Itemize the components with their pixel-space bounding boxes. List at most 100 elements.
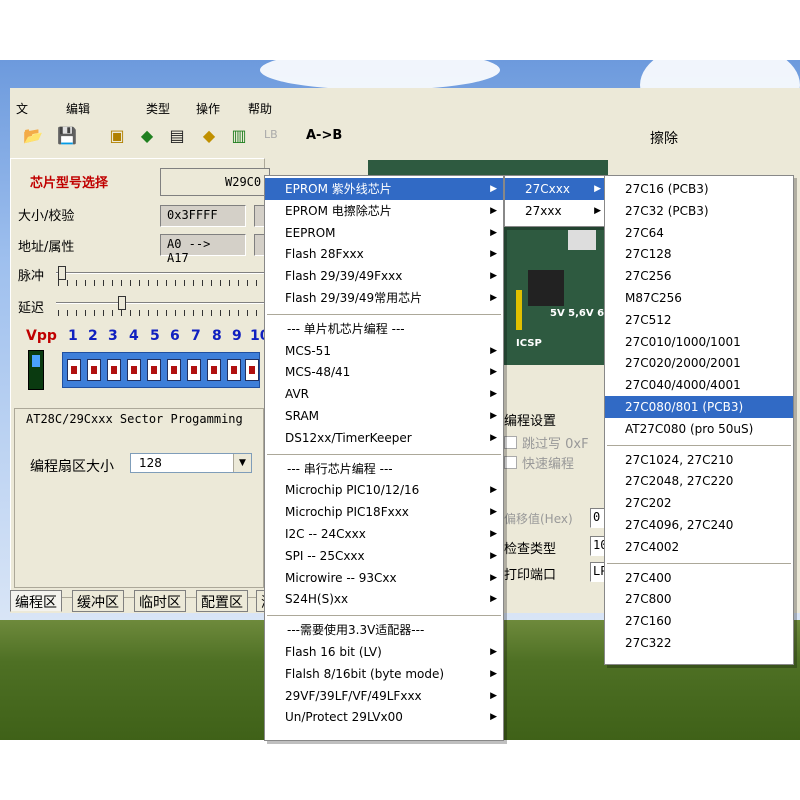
menu-file[interactable]: 文 [16,100,28,117]
menu-item-label: S24H(S)xx [285,592,349,607]
menu-item[interactable]: 27C64 [605,222,793,244]
pin-switch[interactable] [207,359,221,381]
menu-item-label: Flash 29/39/49Fxxx [285,269,403,284]
verify-icon[interactable]: ◆ [196,122,222,148]
menu-item[interactable]: M87C256 [605,287,793,309]
menu-item[interactable]: Flalsh 8/16bit (byte mode) ▶ [265,663,503,685]
menu-item[interactable]: MCS-48/41 ▶ [265,361,503,383]
menu-item[interactable]: S24H(S)xx ▶ [265,588,503,610]
menu-item[interactable]: DS12xx/TimerKeeper ▶ [265,427,503,449]
open-folder-icon[interactable]: 📂 [20,122,46,148]
menu-item[interactable]: SRAM ▶ [265,405,503,427]
vpp-switch[interactable] [28,350,44,390]
menu-item[interactable]: 27C4002 [605,536,793,558]
menu-item[interactable]: Un/Protect 29LVx00 ▶ [265,706,503,728]
menu-item-label: ---需要使用3.3V适配器--- [287,623,425,638]
sector-size-select[interactable]: 128 ▼ [130,453,252,473]
save-icon[interactable]: 💾 [54,122,80,148]
menu-item[interactable]: 27C2048, 27C220 [605,470,793,492]
a-to-b-button[interactable]: A->B [306,128,342,143]
menu-item[interactable]: Flash 29/39/49常用芯片 ▶ [265,287,503,309]
menu-item[interactable]: 27C080/801 (PCB3) [605,396,793,418]
menu-item[interactable]: 27C202 [605,492,793,514]
menu-help[interactable]: 帮助 [248,100,272,117]
menu-item[interactable]: 27C128 [605,243,793,265]
blank-check-icon[interactable]: ▥ [226,122,252,148]
pulse-slider-thumb[interactable] [58,266,66,280]
menu-item[interactable]: Flash 16 bit (LV) ▶ [265,641,503,663]
menu-item[interactable]: 27C800 [605,588,793,610]
menu-item[interactable]: 27C512 [605,309,793,331]
menu-item[interactable]: 27C32 (PCB3) [605,200,793,222]
menu-item[interactable]: 27xxx ▶ [505,200,607,222]
pin-switch[interactable] [107,359,121,381]
pin-switch[interactable] [227,359,241,381]
read-icon[interactable]: ◆ [134,122,160,148]
menu-operate[interactable]: 操作 [196,100,220,117]
pin-switch[interactable] [187,359,201,381]
27cxxx-submenu: 27C16 (PCB3) 27C32 (PCB3) 27C64 27C128 27C25… [604,175,794,665]
erase-button[interactable]: 擦除 [650,128,678,148]
delay-slider-thumb[interactable] [118,296,126,310]
menu-item[interactable]: 27C020/2000/2001 [605,352,793,374]
menu-item[interactable]: EPROM 紫外线芯片 ▶ [265,178,503,200]
menu-item-label: 27C020/2000/2001 [625,356,741,371]
menu-item[interactable]: Flash 28Fxxx ▶ [265,243,503,265]
addr-value: A0 --> A17 [160,234,246,265]
tab-temp[interactable]: 临时区 [134,590,186,612]
pin-switch[interactable] [87,359,101,381]
pin-switch[interactable] [127,359,141,381]
menu-item[interactable]: Microchip PIC10/12/16 ▶ [265,479,503,501]
menu-item[interactable]: AT27C080 (pro 50uS) [605,418,793,440]
chip-select-button[interactable]: W29C0 [160,168,270,196]
menu-item[interactable]: 27C256 [605,265,793,287]
menu-item[interactable]: Flash 29/39/49Fxxx ▶ [265,265,503,287]
menu-item[interactable]: 27C400 [605,567,793,589]
tab-buffer[interactable]: 缓冲区 [72,590,124,612]
menu-item-label: SPI -- 25Cxxx [285,548,365,563]
settings-title: 编程设置 [504,414,557,429]
pin-switch[interactable] [245,359,259,381]
chip-type-menu: EPROM 紫外线芯片 ▶ EPROM 电擦除芯片 ▶ EEPROM ▶ Flash 28F… [264,175,504,741]
board-chip [528,270,564,306]
skip-checkbox[interactable] [504,436,517,449]
menu-item[interactable]: EEPROM ▶ [265,222,503,244]
top-margin [0,0,800,60]
menu-item[interactable]: 27Cxxx ▶ [505,178,607,200]
menu-item[interactable]: MCS-51 ▶ [265,340,503,362]
menu-item[interactable]: 27C322 [605,632,793,654]
menu-edit[interactable]: 编辑 [66,100,90,117]
menu-item-label: Flash 28Fxxx [285,247,364,262]
menu-group-header: ---需要使用3.3V适配器--- [265,619,503,641]
menu-item[interactable]: EPROM 电擦除芯片 ▶ [265,200,503,222]
menu-item[interactable]: 27C1024, 27C210 [605,449,793,471]
menu-item[interactable]: Microwire -- 93Cxx ▶ [265,567,503,589]
menu-type[interactable]: 类型 [146,100,170,117]
pin-switch[interactable] [167,359,181,381]
menu-item[interactable]: Microchip PIC18Fxxx ▶ [265,501,503,523]
menu-item[interactable]: 27C16 (PCB3) [605,178,793,200]
chevron-right-icon: ▶ [490,249,497,260]
menu-item[interactable]: 27C040/4000/4001 [605,374,793,396]
menu-item[interactable]: 27C4096, 27C240 [605,514,793,536]
tab-program[interactable]: 编程区 [10,590,62,612]
pin-switch[interactable] [67,359,81,381]
menu-item[interactable]: 29VF/39LF/VF/49LFxxx ▶ [265,685,503,707]
lb-button[interactable]: LB [264,128,278,141]
fast-checkbox[interactable] [504,456,517,469]
menu-item[interactable]: AVR ▶ [265,383,503,405]
menu-item[interactable]: 27C010/1000/1001 [605,331,793,353]
bottom-margin [0,740,800,800]
write-icon[interactable]: ▤ [164,122,190,148]
tab-config[interactable]: 配置区 [196,590,248,612]
board-connector [516,290,522,330]
pin-switch[interactable] [147,359,161,381]
chevron-right-icon: ▶ [490,550,497,561]
menu-item[interactable]: 27C160 [605,610,793,632]
pin-switch-row [62,352,260,388]
menu-item[interactable]: SPI -- 25Cxxx ▶ [265,545,503,567]
chevron-down-icon[interactable]: ▼ [233,454,251,472]
chip-load-icon[interactable]: ▣ [104,122,130,148]
menu-item[interactable]: I2C -- 24Cxxx ▶ [265,523,503,545]
board-voltage-label: 5V 5,6V 6. [550,308,608,319]
